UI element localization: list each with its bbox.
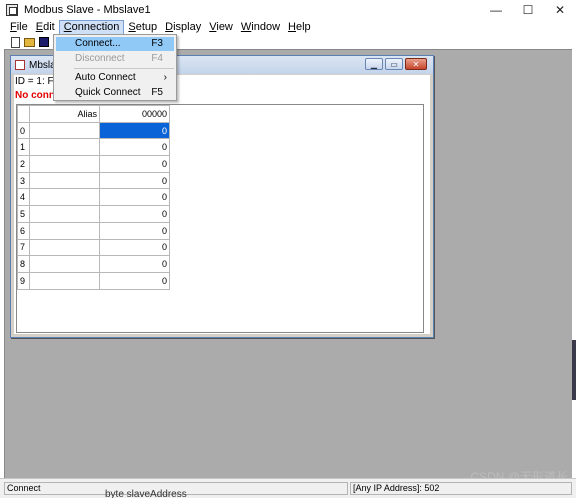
child-title: Mbsla (29, 59, 56, 71)
auto-connect-menu-item[interactable]: Auto Connect › (56, 71, 174, 85)
child-restore-button[interactable]: ▭ (385, 58, 403, 70)
alias-cell[interactable] (29, 205, 100, 223)
close-button[interactable]: ✕ (544, 0, 576, 20)
value-cell[interactable]: 0 (99, 155, 170, 173)
row-index: 0 (17, 121, 30, 140)
value-cell[interactable]: 0 (99, 271, 170, 290)
row-index: 1 (17, 138, 30, 157)
background-window-edge (572, 340, 576, 400)
new-file-icon (11, 36, 20, 48)
value-cell[interactable]: 0 (99, 121, 170, 140)
menu-edit[interactable]: Edit (32, 20, 59, 35)
table-row: 00 (17, 121, 170, 140)
alias-cell[interactable] (29, 255, 100, 273)
table-row: 80 (17, 255, 170, 273)
alias-cell[interactable] (29, 155, 100, 173)
value-cell[interactable]: 0 (99, 205, 170, 223)
row-index: 4 (17, 188, 30, 207)
alias-cell[interactable] (29, 221, 100, 240)
alias-cell[interactable] (29, 121, 100, 140)
menu-help[interactable]: Help (284, 20, 315, 35)
value-cell[interactable]: 0 (99, 238, 170, 257)
child-body: ID = 1: F No conne Alias 00000 00 10 20 … (14, 75, 430, 334)
value-cell[interactable]: 0 (99, 221, 170, 240)
row-index: 8 (17, 255, 30, 273)
value-cell[interactable]: 0 (99, 255, 170, 273)
minimize-button[interactable]: — (480, 0, 512, 20)
mdi-workspace: Mbsla ▁ ▭ ✕ ID = 1: F No conne Alias 000… (4, 49, 572, 478)
app-icon (6, 4, 18, 16)
table-row: 60 (17, 221, 170, 240)
alias-cell[interactable] (29, 271, 100, 290)
open-button[interactable] (24, 37, 35, 48)
menu-file[interactable]: File (6, 20, 32, 35)
maximize-button[interactable]: ☐ (512, 0, 544, 20)
slave-id-text: ID = 1: F (15, 76, 54, 87)
child-minimize-button[interactable]: ▁ (365, 58, 383, 70)
background-code-text: byte slaveAddress (105, 489, 187, 498)
child-window-controls: ▁ ▭ ✕ (365, 58, 427, 70)
grid-header-row: Alias 00000 (17, 105, 170, 123)
alias-header: Alias (29, 105, 100, 123)
table-row: 70 (17, 238, 170, 257)
save-button[interactable] (38, 37, 49, 48)
register-table: Alias 00000 00 10 20 30 40 50 60 70 80 9… (17, 105, 170, 290)
value-cell[interactable]: 0 (99, 138, 170, 157)
row-index: 2 (17, 155, 30, 173)
row-index: 9 (17, 271, 30, 290)
statusbar: Connect [Any IP Address]: 502 (0, 478, 576, 498)
floppy-icon (38, 37, 49, 47)
menubar: File Edit Connection Setup Display View … (0, 20, 576, 35)
menu-view[interactable]: View (205, 20, 237, 35)
folder-icon (24, 37, 35, 47)
address-header: 00000 (99, 105, 170, 123)
connection-menu: Connect... F3 Disconnect F4 Auto Connect… (53, 34, 177, 101)
connect-menu-item[interactable]: Connect... F3 (56, 37, 174, 51)
child-close-button[interactable]: ✕ (405, 58, 427, 70)
table-row: 50 (17, 205, 170, 223)
row-index: 5 (17, 205, 30, 223)
alias-cell[interactable] (29, 138, 100, 157)
quick-connect-menu-item[interactable]: Quick Connect F5 (56, 86, 174, 100)
disconnect-menu-item[interactable]: Disconnect F4 (56, 52, 174, 66)
alias-cell[interactable] (29, 171, 100, 190)
window-controls: — ☐ ✕ (480, 0, 576, 20)
alias-cell[interactable] (29, 188, 100, 207)
value-cell[interactable]: 0 (99, 188, 170, 207)
register-grid: Alias 00000 00 10 20 30 40 50 60 70 80 9… (16, 104, 424, 333)
row-index: 3 (17, 171, 30, 190)
table-row: 30 (17, 171, 170, 190)
new-button[interactable] (10, 36, 21, 48)
menu-display[interactable]: Display (161, 20, 205, 35)
status-connection-info: [Any IP Address]: 502 (350, 482, 572, 495)
grid-corner (17, 105, 30, 123)
app-titlebar: Modbus Slave - Mbslave1 — ☐ ✕ (0, 0, 576, 20)
table-row: 90 (17, 271, 170, 290)
alias-cell[interactable] (29, 238, 100, 257)
table-row: 20 (17, 155, 170, 173)
app-title: Modbus Slave - Mbslave1 (24, 4, 151, 16)
submenu-arrow-icon: › (163, 72, 167, 83)
menu-separator (74, 68, 174, 69)
row-index: 6 (17, 221, 30, 240)
menu-connection[interactable]: Connection (58, 20, 125, 35)
row-index: 7 (17, 238, 30, 257)
document-icon (15, 60, 25, 70)
table-row: 10 (17, 138, 170, 157)
menu-window[interactable]: Window (237, 20, 284, 35)
menu-setup[interactable]: Setup (124, 20, 161, 35)
table-row: 40 (17, 188, 170, 207)
value-cell[interactable]: 0 (99, 171, 170, 190)
